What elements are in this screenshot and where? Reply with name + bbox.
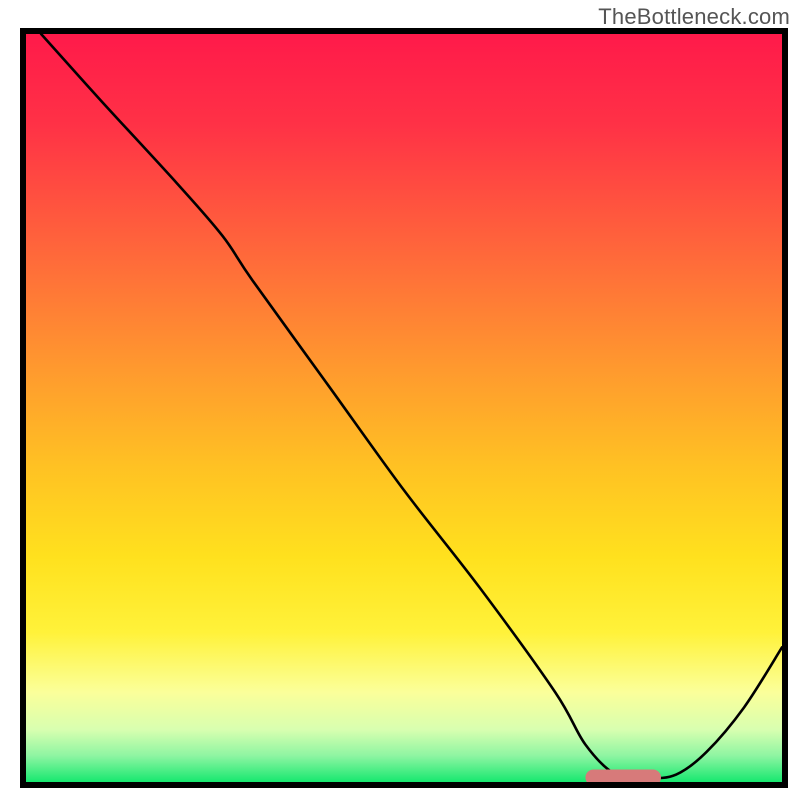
gradient-background [26,34,782,782]
chart-container: TheBottleneck.com [0,0,800,800]
watermark-text: TheBottleneck.com [598,4,790,30]
bottleneck-line-chart [20,28,788,788]
plot-area [20,28,788,788]
